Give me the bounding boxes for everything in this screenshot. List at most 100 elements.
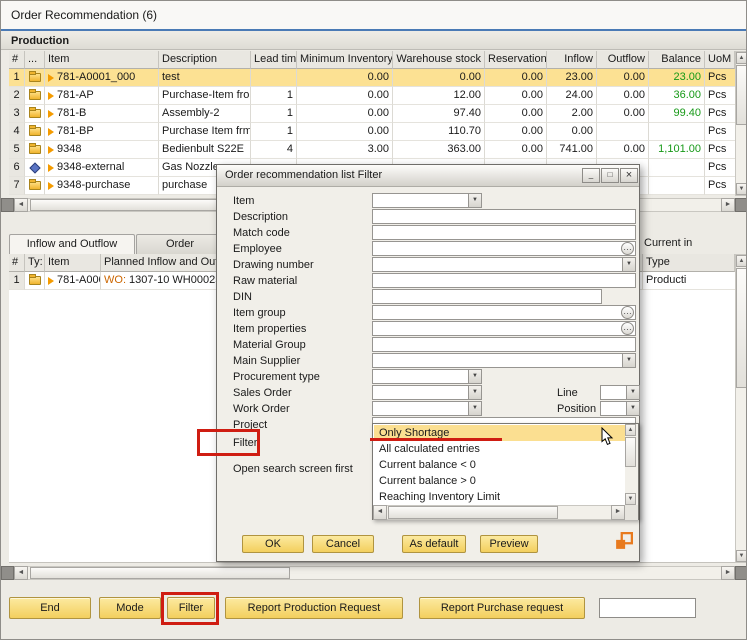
col-header-min-inventory[interactable]: Minimum Inventory: [297, 51, 393, 69]
scroll-down-icon[interactable]: [736, 550, 747, 562]
position-combo[interactable]: [600, 401, 640, 416]
main-table-vscrollbar[interactable]: [735, 51, 747, 196]
chevron-down-icon[interactable]: [626, 386, 639, 399]
col-header-item[interactable]: Item: [45, 51, 159, 69]
scrollbar-thumb[interactable]: [30, 567, 290, 579]
item-cell[interactable]: 9348: [45, 141, 159, 159]
tab-order[interactable]: Order: [136, 234, 224, 254]
col-header-num[interactable]: #: [9, 254, 25, 272]
item-cell[interactable]: 9348-external: [45, 159, 159, 177]
window-titlebar[interactable]: Order Recommendation (6): [1, 1, 747, 31]
table-row-5[interactable]: 5 9348 Bedienbult S22E 4 3.00 363.00 0.0…: [9, 141, 735, 159]
table-row-4[interactable]: 4 781-BP Purchase Item frm 1 0.00 110.70…: [9, 123, 735, 141]
link-arrow-icon[interactable]: [48, 146, 54, 154]
scrollbar-thumb[interactable]: [736, 268, 747, 388]
scrollbar-thumb[interactable]: [388, 506, 558, 519]
expand-form-icon[interactable]: [615, 532, 633, 553]
item-code-link[interactable]: 781-A0001: [57, 272, 101, 289]
item-code-link[interactable]: 781-A0001_000: [57, 69, 135, 86]
item-properties-input[interactable]: [372, 321, 636, 336]
item-code-link[interactable]: 781-AP: [57, 87, 94, 104]
scroll-up-icon[interactable]: [736, 52, 747, 64]
splitter-handle[interactable]: [735, 198, 747, 212]
as-default-button[interactable]: As default: [402, 535, 466, 553]
main-supplier-combo[interactable]: [372, 353, 636, 368]
drawing-number-combo[interactable]: [372, 257, 636, 272]
chevron-down-icon[interactable]: [468, 402, 481, 415]
link-arrow-icon[interactable]: [48, 164, 54, 172]
detail-vscrollbar[interactable]: [735, 254, 747, 563]
sales-order-combo[interactable]: [372, 385, 482, 400]
footer-input[interactable]: [599, 598, 696, 618]
item-cell[interactable]: 781-A0001_000: [45, 69, 159, 87]
row-number[interactable]: 1: [9, 69, 25, 87]
chevron-down-icon[interactable]: [468, 194, 481, 207]
scrollbar-track[interactable]: [28, 566, 721, 580]
dropdown-vscrollbar[interactable]: [625, 424, 638, 505]
col-header-outflow[interactable]: Outflow: [597, 51, 649, 69]
col-header-reservation[interactable]: Reservation: [485, 51, 547, 69]
scroll-up-icon[interactable]: [625, 424, 636, 436]
row-number[interactable]: 1: [9, 272, 25, 290]
close-icon[interactable]: [620, 168, 638, 183]
dropdown-option-all-calculated-entries[interactable]: All calculated entries: [374, 441, 625, 457]
chevron-down-icon[interactable]: [468, 370, 481, 383]
link-arrow-icon[interactable]: [48, 74, 54, 82]
scrollbar-thumb[interactable]: [625, 437, 636, 467]
detail-hscrollbar[interactable]: [1, 566, 747, 580]
splitter-handle[interactable]: [1, 198, 14, 212]
ok-button[interactable]: OK: [242, 535, 304, 553]
link-arrow-icon[interactable]: [48, 110, 54, 118]
col-header-dots[interactable]: ...: [25, 51, 45, 69]
item-cell[interactable]: 781-BP: [45, 123, 159, 141]
row-number[interactable]: 7: [9, 177, 25, 195]
row-number[interactable]: 3: [9, 105, 25, 123]
col-header-num[interactable]: #: [9, 51, 25, 69]
splitter-handle[interactable]: [735, 566, 747, 580]
col-header-inflow[interactable]: Inflow: [547, 51, 597, 69]
splitter-handle[interactable]: [1, 566, 14, 580]
item-cell[interactable]: 781-AP: [45, 87, 159, 105]
maximize-button[interactable]: [601, 168, 619, 183]
report-production-request-button[interactable]: Report Production Request: [225, 597, 403, 619]
item-cell[interactable]: 781-A0001: [45, 272, 101, 290]
row-number[interactable]: 6: [9, 159, 25, 177]
dropdown-option-only-shortage[interactable]: Only Shortage: [374, 425, 625, 441]
item-combo[interactable]: [372, 193, 482, 208]
row-number[interactable]: 4: [9, 123, 25, 141]
scrollbar-thumb[interactable]: [736, 65, 747, 125]
selection-list-icon[interactable]: [621, 322, 634, 335]
table-row-2[interactable]: 2 781-AP Purchase-Item from 1 0.00 12.00…: [9, 87, 735, 105]
match-code-input[interactable]: [372, 225, 636, 240]
scroll-left-icon[interactable]: [373, 505, 387, 520]
scroll-right-icon[interactable]: [611, 505, 625, 520]
chevron-down-icon[interactable]: [622, 354, 635, 367]
line-combo[interactable]: [600, 385, 640, 400]
chevron-down-icon[interactable]: [622, 258, 635, 271]
item-cell[interactable]: 9348-purchase: [45, 177, 159, 195]
item-code-link[interactable]: 9348: [57, 141, 81, 158]
col-header-balance[interactable]: Balance: [649, 51, 705, 69]
scrollbar-track[interactable]: [387, 505, 611, 520]
work-order-combo[interactable]: [372, 401, 482, 416]
link-arrow-icon[interactable]: [48, 182, 54, 190]
col-header-description[interactable]: Description: [159, 51, 251, 69]
mode-button[interactable]: Mode: [99, 597, 161, 619]
item-code-link[interactable]: 781-BP: [57, 123, 94, 140]
item-code-link[interactable]: 781-B: [57, 105, 86, 122]
col-header-item[interactable]: Item: [45, 254, 101, 272]
item-group-input[interactable]: [372, 305, 636, 320]
cancel-button[interactable]: Cancel: [312, 535, 374, 553]
scroll-right-icon[interactable]: [721, 566, 735, 580]
preview-button[interactable]: Preview: [480, 535, 538, 553]
table-row-1[interactable]: 1 781-A0001_000 test 0.00 0.00 0.00 23.0…: [9, 69, 735, 87]
item-code-link[interactable]: 9348-purchase: [57, 177, 130, 194]
scroll-down-icon[interactable]: [736, 183, 747, 195]
scroll-left-icon[interactable]: [14, 566, 28, 580]
selection-list-icon[interactable]: [621, 306, 634, 319]
end-button[interactable]: End: [9, 597, 91, 619]
tab-inflow-and-outflow[interactable]: Inflow and Outflow: [9, 234, 135, 254]
chevron-down-icon[interactable]: [468, 386, 481, 399]
col-header-uom[interactable]: UoM: [705, 51, 735, 69]
link-arrow-icon[interactable]: [48, 128, 54, 136]
